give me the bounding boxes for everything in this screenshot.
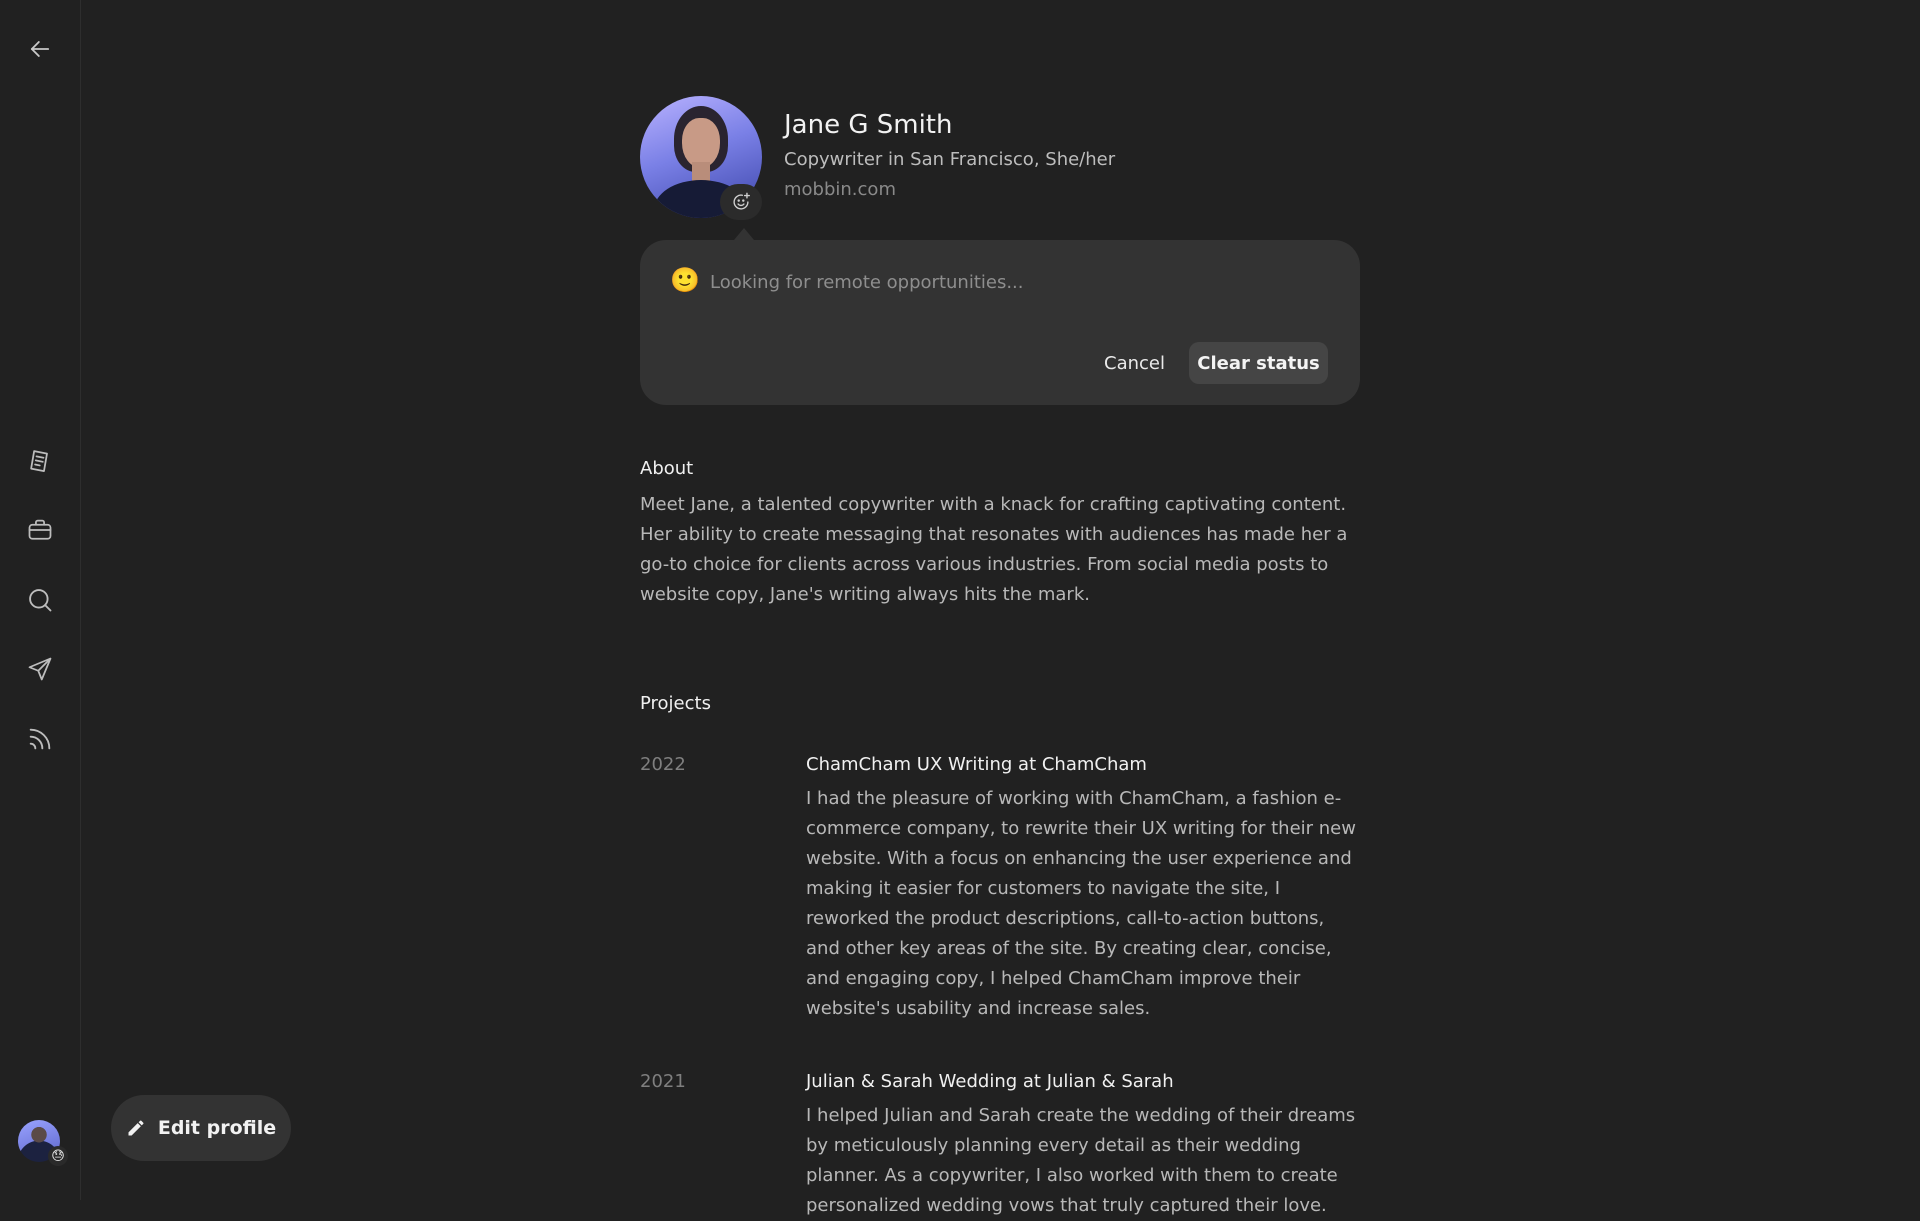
status-card-pointer xyxy=(734,228,754,240)
clear-status-button[interactable]: Clear status xyxy=(1189,342,1328,384)
profile-avatar-wrap xyxy=(640,96,762,220)
sidebar-item-search[interactable] xyxy=(20,580,60,620)
projects-heading: Projects xyxy=(640,693,711,714)
back-arrow-icon xyxy=(30,41,50,57)
document-icon xyxy=(30,450,48,473)
sidebar: 😓 xyxy=(0,0,81,1200)
user-avatar[interactable]: 😓 xyxy=(18,1120,68,1166)
edit-profile-label: Edit profile xyxy=(157,1117,277,1139)
cancel-button[interactable]: Cancel xyxy=(1090,342,1179,384)
sidebar-item-feed[interactable] xyxy=(20,719,60,759)
status-input[interactable] xyxy=(708,264,1312,300)
status-emoji-button[interactable]: 🙂 xyxy=(670,266,700,294)
sidebar-item-posts[interactable] xyxy=(20,441,60,481)
project-title: Julian & Sarah Wedding at Julian & Sarah xyxy=(806,1071,1174,1092)
project-description: I had the pleasure of working with ChamC… xyxy=(806,788,1356,1019)
profile-subtitle: Copywriter in San Francisco, She/her xyxy=(784,149,1116,170)
about-text: Meet Jane, a talented copywriter with a … xyxy=(640,494,1348,605)
sidebar-item-jobs[interactable] xyxy=(20,510,60,550)
feed-icon xyxy=(29,728,51,750)
profile-name: Jane G Smith xyxy=(784,110,953,140)
add-status-emoji-button[interactable] xyxy=(720,184,762,220)
project-year: 2022 xyxy=(640,754,686,775)
project-description: I helped Julian and Sarah create the wed… xyxy=(806,1105,1356,1216)
send-icon xyxy=(28,657,52,681)
project-year: 2021 xyxy=(640,1071,686,1092)
back-button[interactable] xyxy=(20,29,60,69)
about-heading: About xyxy=(640,458,694,479)
project-title: ChamCham UX Writing at ChamCham xyxy=(806,754,1147,775)
sidebar-item-messages[interactable] xyxy=(20,649,60,689)
briefcase-icon xyxy=(28,519,52,540)
smiley-plus-icon xyxy=(733,192,750,210)
status-editor: 🙂 Cancel Clear status xyxy=(640,240,1360,405)
edit-profile-button[interactable]: Edit profile xyxy=(111,1095,291,1161)
pencil-icon xyxy=(128,1120,144,1136)
avatar-status-emoji: 😓 xyxy=(48,1146,68,1166)
profile-website-link[interactable]: mobbin.com xyxy=(784,179,896,200)
search-icon xyxy=(29,589,52,612)
